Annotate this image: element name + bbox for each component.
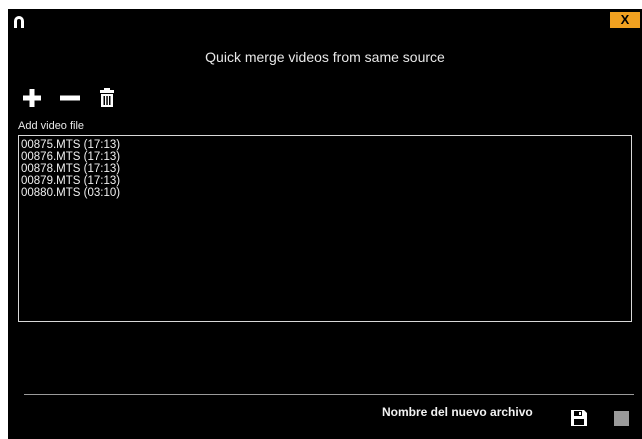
close-button[interactable]: X — [610, 12, 640, 28]
list-item[interactable]: 00875.MTS (17:13) — [21, 139, 629, 151]
list-item[interactable]: 00876.MTS (17:13) — [21, 151, 629, 163]
window-title: Quick merge videos from same source — [205, 49, 445, 65]
video-file-list[interactable]: 00875.MTS (17:13) 00876.MTS (17:13) 0087… — [18, 135, 632, 322]
save-icon[interactable] — [571, 410, 587, 426]
output-filename-label: Nombre del nuevo archivo — [382, 405, 533, 419]
list-item[interactable]: 00879.MTS (17:13) — [21, 175, 629, 187]
clear-list-button[interactable] — [100, 87, 114, 109]
app-window: X Quick merge videos from same source Ad… — [8, 9, 642, 439]
footer-divider — [24, 394, 634, 395]
stop-button[interactable] — [614, 411, 629, 426]
add-file-button[interactable] — [22, 87, 42, 109]
file-list-label: Add video file — [18, 120, 85, 132]
list-item[interactable]: 00880.MTS (03:10) — [21, 187, 629, 199]
remove-file-button[interactable] — [59, 87, 81, 109]
list-item[interactable]: 00878.MTS (17:13) — [21, 163, 629, 175]
app-logo-icon — [14, 16, 24, 28]
